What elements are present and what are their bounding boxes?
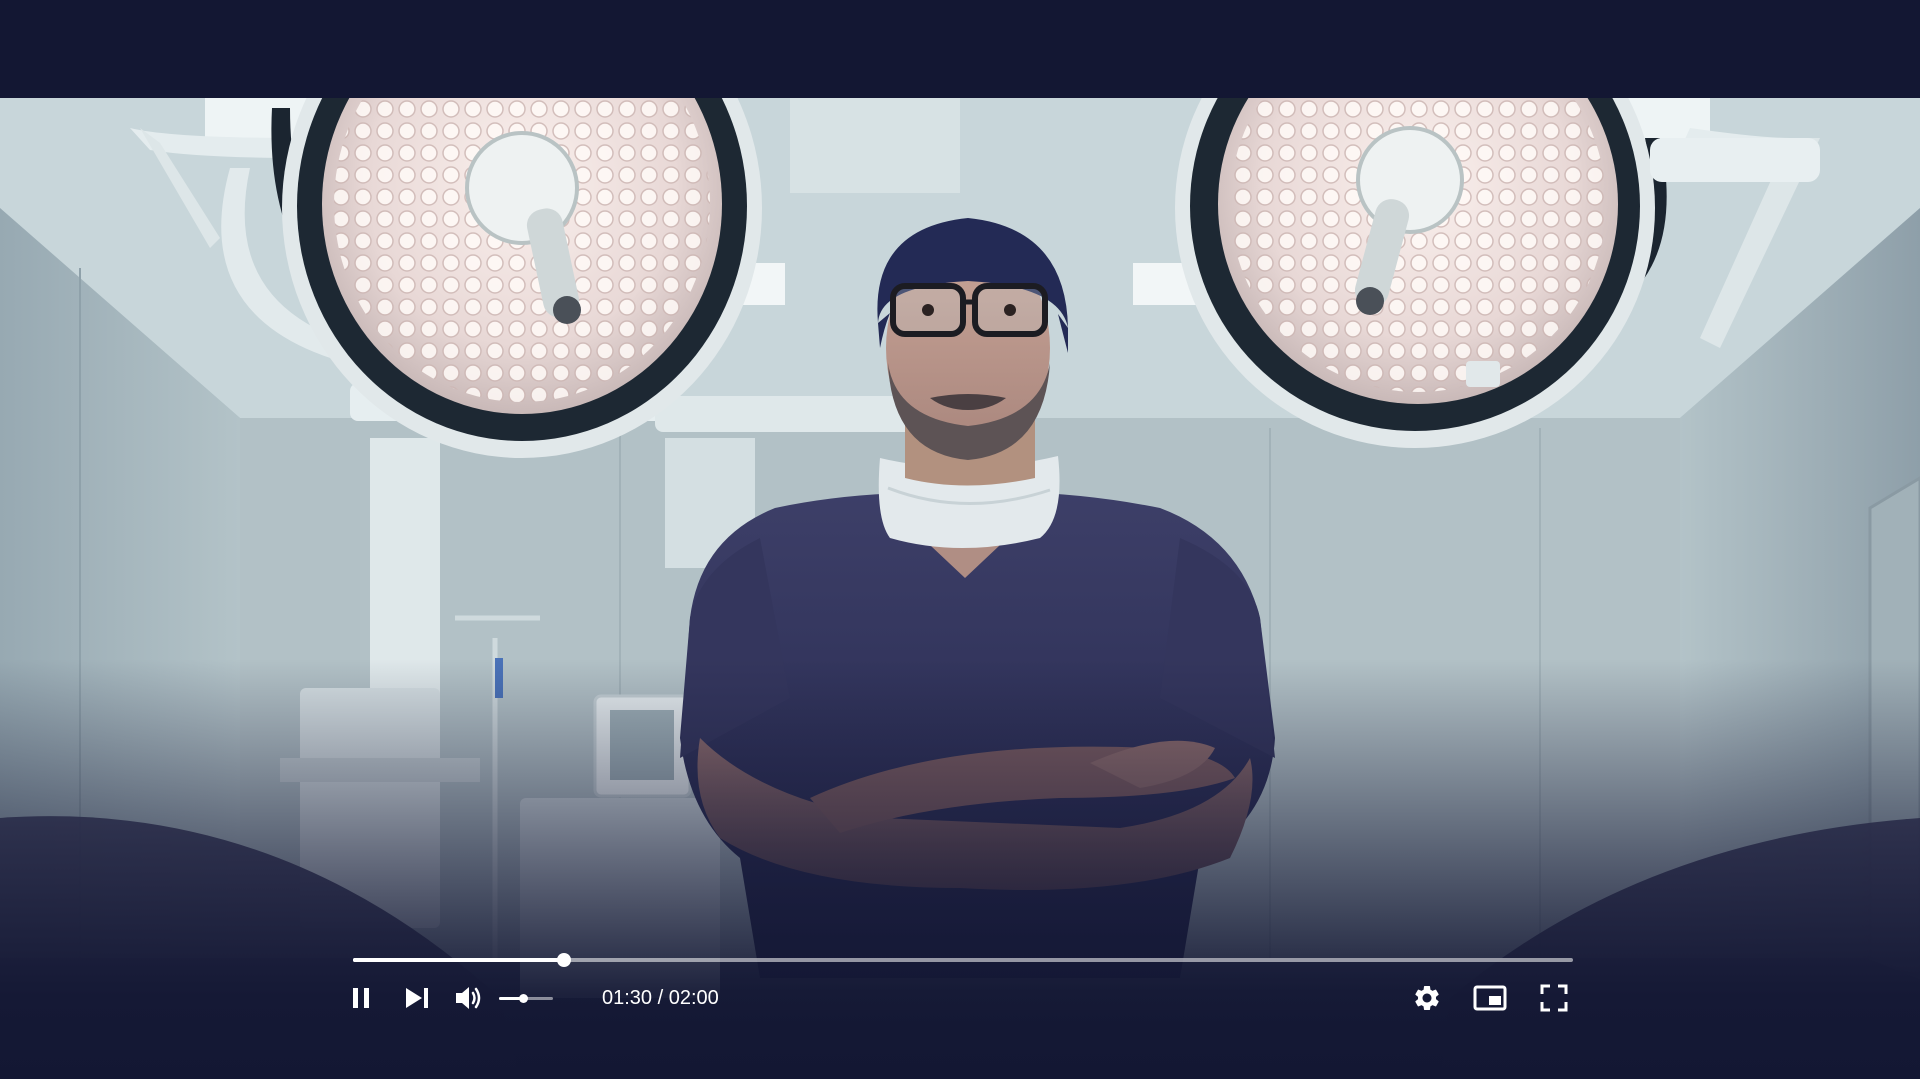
volume-slider[interactable] [499, 994, 553, 1003]
progress-bar[interactable] [353, 953, 1573, 967]
progress-played [353, 958, 565, 962]
settings-button[interactable] [1410, 981, 1444, 1015]
total-duration: 02:00 [668, 987, 719, 1009]
progress-scrubber-handle[interactable] [557, 953, 572, 967]
fullscreen-button[interactable] [1537, 981, 1571, 1015]
video-still-image [0, 98, 1920, 1079]
gear-icon [1415, 986, 1439, 1010]
time-display: 01:30 / 02:00 [602, 986, 719, 1010]
current-time: 01:30 [602, 987, 653, 1009]
next-button[interactable] [401, 982, 433, 1014]
volume-icon [456, 987, 481, 1009]
video-frame[interactable] [0, 98, 1920, 1079]
video-player[interactable]: 01:30 / 02:00 [0, 0, 1920, 1079]
fullscreen-icon [1540, 984, 1568, 1012]
picture-in-picture-icon [1473, 985, 1507, 1011]
skip-next-icon [406, 988, 428, 1008]
pause-button[interactable] [346, 982, 376, 1014]
miniplayer-button[interactable] [1471, 982, 1509, 1014]
volume-button[interactable] [453, 982, 487, 1014]
time-separator: / [652, 987, 669, 1009]
pause-icon [353, 988, 369, 1008]
